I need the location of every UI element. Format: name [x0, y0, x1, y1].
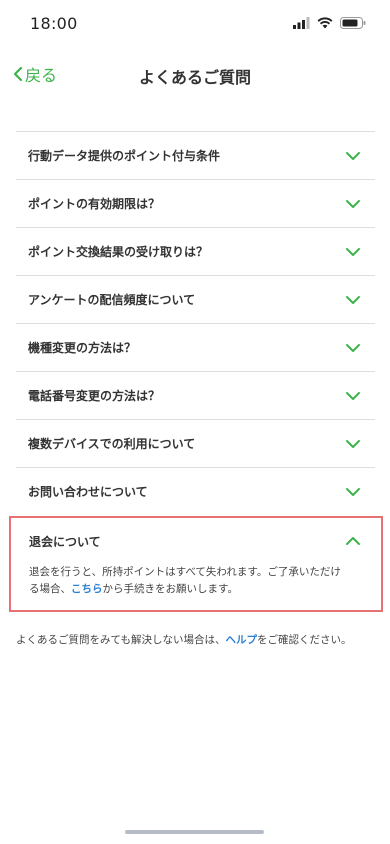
faq-question: ポイントの有効期限は？ [28, 197, 161, 211]
faq-question: 電話番号変更の方法は？ [28, 389, 161, 403]
help-note: よくあるご質問をみても解決しない場合は、ヘルプをご確認ください。 [16, 632, 376, 647]
faq-item-withdrawal-header[interactable]: 退会について [29, 518, 381, 564]
faq-question: お問い合わせについて [28, 485, 148, 499]
faq-question: 機種変更の方法は？ [28, 341, 137, 355]
withdrawal-link[interactable]: こちら [71, 583, 103, 595]
faq-question: 行動データ提供のポイント付与条件 [28, 149, 221, 163]
chevron-down-icon [346, 151, 360, 160]
faq-question: 複数デバイスでの利用について [28, 437, 196, 451]
battery-icon [340, 17, 366, 29]
page-title: よくあるご質問 [138, 68, 251, 87]
chevron-down-icon [346, 295, 360, 304]
home-indicator [125, 830, 264, 834]
faq-question: 退会について [29, 534, 101, 549]
status-bar: 18:00 [0, 0, 390, 48]
wifi-icon [317, 17, 333, 29]
help-link[interactable]: ヘルプ [225, 634, 257, 646]
chevron-down-icon [346, 343, 360, 352]
help-note-tail: をご確認ください。 [256, 634, 352, 646]
chevron-down-icon [346, 487, 360, 496]
faq-list: 行動データ提供のポイント付与条件 ポイントの有効期限は？ ポイント交換結果の受け… [16, 131, 375, 515]
faq-question: アンケートの配信頻度について [28, 293, 196, 307]
chevron-up-icon [346, 537, 360, 545]
faq-answer: 退会を行うと、所持ポイントはすべて失われます。ご了承いただける場合、こちらから手… [29, 564, 381, 598]
chevron-down-icon [346, 199, 360, 208]
faq-item-phone-change[interactable]: 電話番号変更の方法は？ [16, 371, 375, 419]
faq-item-exchange-result[interactable]: ポイント交換結果の受け取りは？ [16, 227, 375, 275]
faq-item-contact[interactable]: お問い合わせについて [16, 467, 375, 515]
answer-text-tail: から手続きをお願いします。 [102, 583, 238, 595]
faq-item-withdrawal-expanded: 退会について 退会を行うと、所持ポイントはすべて失われます。ご了承いただける場合… [9, 516, 383, 612]
chevron-down-icon [346, 391, 360, 400]
faq-item-point-conditions[interactable]: 行動データ提供のポイント付与条件 [16, 131, 375, 179]
nav-header: 戻る よくあるご質問 [0, 48, 390, 98]
chevron-down-icon [346, 439, 360, 448]
chevron-down-icon [346, 247, 360, 256]
status-icons [293, 17, 366, 29]
faq-item-point-expiry[interactable]: ポイントの有効期限は？ [16, 179, 375, 227]
signal-icon [293, 17, 310, 29]
faq-item-survey-frequency[interactable]: アンケートの配信頻度について [16, 275, 375, 323]
status-time: 18:00 [30, 14, 78, 33]
help-note-text: よくあるご質問をみても解決しない場合は、 [16, 634, 226, 646]
faq-item-multi-device[interactable]: 複数デバイスでの利用について [16, 419, 375, 467]
faq-item-device-change[interactable]: 機種変更の方法は？ [16, 323, 375, 371]
faq-question: ポイント交換結果の受け取りは？ [28, 245, 209, 259]
